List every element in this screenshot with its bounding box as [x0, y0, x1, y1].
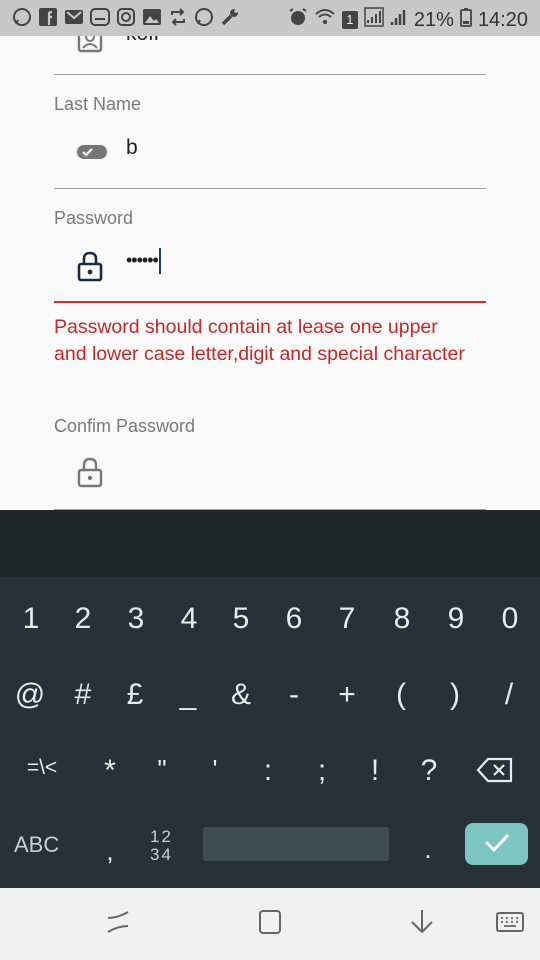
whatsapp-icon [12, 7, 32, 27]
numpad-key-bottom: 34 [150, 845, 173, 864]
first-name-field[interactable]: kofi [54, 36, 486, 76]
first-name-underline [54, 74, 486, 75]
key-minus[interactable]: - [268, 678, 320, 712]
key-4[interactable]: 4 [163, 602, 215, 636]
confirm-password-field[interactable]: Confim Password [54, 414, 486, 510]
key-plus[interactable]: + [321, 678, 373, 712]
key-7[interactable]: 7 [321, 602, 373, 636]
signup-form: kofi Last Name b Password •••••• Passwor… [0, 36, 540, 510]
home-icon [256, 908, 284, 941]
sim-badge: 1 [341, 11, 358, 29]
key-open-paren[interactable]: ( [375, 678, 427, 712]
wifi-icon [314, 7, 336, 33]
key-5[interactable]: 5 [215, 602, 267, 636]
key-0[interactable]: 0 [484, 602, 536, 636]
key-2[interactable]: 2 [57, 602, 109, 636]
key-pound[interactable]: £ [109, 678, 161, 712]
key-3[interactable]: 3 [110, 602, 162, 636]
check-icon [483, 831, 511, 858]
key-9[interactable]: 9 [430, 602, 482, 636]
instagram-icon [116, 7, 136, 27]
key-double-quote[interactable]: " [136, 754, 188, 785]
lock-icon [76, 250, 104, 282]
signal-icon [390, 7, 408, 33]
sync-icon [168, 7, 188, 27]
recents-button[interactable] [100, 906, 136, 942]
home-button[interactable] [252, 906, 288, 942]
last-name-field[interactable]: Last Name b [54, 92, 486, 190]
navigation-bar [0, 888, 540, 960]
key-comma[interactable]: , [84, 836, 136, 867]
wrench-icon [220, 7, 240, 27]
key-slash[interactable]: / [483, 678, 535, 712]
key-more-symbols[interactable]: =\< [16, 756, 68, 780]
key-period[interactable]: . [402, 834, 454, 865]
key-close-paren[interactable]: ) [429, 678, 481, 712]
password-field[interactable]: Password •••••• [54, 206, 486, 304]
key-exclamation[interactable]: ! [349, 754, 401, 788]
key-6[interactable]: 6 [268, 602, 320, 636]
key-8[interactable]: 8 [376, 602, 428, 636]
password-value: •••••• [126, 248, 161, 274]
password-label: Password [54, 208, 134, 228]
lock-icon [76, 456, 104, 488]
gmail-icon [64, 7, 84, 27]
key-underscore[interactable]: _ [162, 678, 214, 712]
numpad-key[interactable]: 12 34 [150, 828, 173, 864]
first-name-value: kofi [126, 36, 159, 46]
status-bar: 1 21% 14:20 [0, 0, 540, 36]
keyboard-icon [495, 908, 525, 941]
clock: 14:20 [477, 8, 528, 31]
last-name-label: Last Name [54, 94, 142, 114]
contact-icon [76, 36, 104, 54]
key-asterisk[interactable]: * [84, 754, 136, 788]
key-semicolon[interactable]: ; [296, 754, 348, 788]
key-1[interactable]: 1 [5, 602, 57, 636]
whatsapp-icon [194, 7, 214, 27]
soft-keyboard: 1 2 3 4 5 6 7 8 9 0 @ # £ _ & - + ( ) / … [0, 510, 540, 888]
gallery-icon [142, 7, 162, 27]
enter-button[interactable] [465, 823, 528, 865]
password-error-message: Password should contain at lease one upp… [54, 316, 465, 365]
battery-icon [460, 7, 472, 33]
key-question[interactable]: ? [403, 754, 455, 788]
key-ampersand[interactable]: & [215, 678, 267, 712]
key-at[interactable]: @ [4, 678, 56, 712]
space-key[interactable] [203, 827, 389, 861]
numpad-key-top: 12 [150, 827, 173, 846]
facebook-icon [38, 7, 58, 27]
abc-key[interactable]: ABC [14, 832, 59, 858]
key-single-quote[interactable]: ' [189, 754, 241, 785]
last-name-value: b [126, 136, 138, 159]
backspace-icon[interactable] [476, 756, 516, 784]
text-caret [158, 248, 161, 274]
password-underline [54, 301, 486, 303]
keyboard-suggestion-strip [0, 510, 540, 577]
back-button[interactable] [404, 906, 440, 942]
battery-percent: 21% [413, 8, 454, 31]
key-hash[interactable]: # [57, 678, 109, 712]
back-icon [408, 908, 436, 941]
password-dots: •••••• [126, 249, 159, 270]
confirm-password-label: Confim Password [54, 416, 196, 436]
messenger-icon [90, 7, 110, 27]
key-colon[interactable]: : [242, 754, 294, 788]
notification-icons [12, 7, 240, 27]
recents-icon [104, 908, 132, 941]
alarm-icon [288, 7, 308, 33]
signal-icon [364, 7, 384, 33]
system-indicators: 1 21% 14:20 [288, 7, 528, 33]
toggle-icon [76, 138, 107, 166]
last-name-underline [54, 188, 486, 189]
keyboard-switch-button[interactable] [492, 906, 528, 942]
